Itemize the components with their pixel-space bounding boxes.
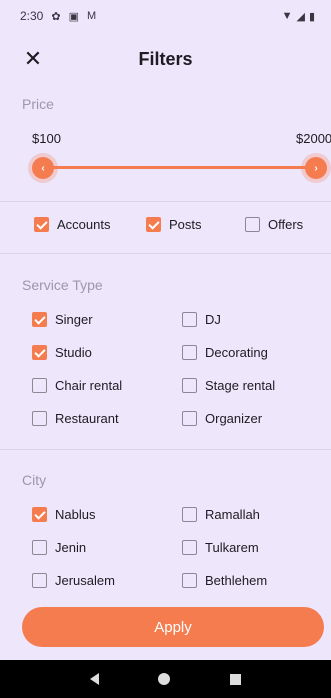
checkbox-icon[interactable] bbox=[32, 573, 47, 588]
status-bar-right: ▼ ◢ ▮ bbox=[282, 10, 315, 23]
checkbox-dj[interactable]: DJ bbox=[182, 312, 221, 327]
system-nav-bar bbox=[0, 660, 331, 698]
wifi-icon: ▼ bbox=[281, 10, 293, 22]
checkbox-label: Accounts bbox=[57, 217, 111, 232]
price-section-label: Price bbox=[22, 96, 54, 112]
checkbox-icon[interactable] bbox=[182, 345, 197, 360]
app-bar: ✕ Filters bbox=[0, 32, 331, 86]
battery-icon: ▮ bbox=[308, 10, 315, 23]
home-icon[interactable] bbox=[158, 673, 171, 685]
checkbox-label: Bethlehem bbox=[205, 573, 268, 588]
checkbox-label: Tulkarem bbox=[205, 540, 259, 555]
checkbox-decorating[interactable]: Decorating bbox=[182, 345, 268, 360]
back-icon[interactable] bbox=[89, 673, 99, 685]
checkbox-label: Jenin bbox=[55, 540, 87, 555]
checkbox-icon[interactable] bbox=[32, 411, 47, 426]
page-title: Filters bbox=[138, 48, 193, 69]
price-max-label: $2000 bbox=[296, 131, 331, 146]
checkbox-label: Decorating bbox=[205, 345, 268, 360]
checkbox-jerusalem[interactable]: Jerusalem bbox=[32, 573, 115, 588]
checkbox-jenin[interactable]: Jenin bbox=[32, 540, 86, 555]
signal-icon: ◢ bbox=[296, 10, 305, 23]
checkbox-icon[interactable] bbox=[245, 217, 260, 232]
checkbox-singer[interactable]: Singer bbox=[32, 312, 93, 327]
price-min-label: $100 bbox=[32, 131, 61, 146]
checkbox-organizer[interactable]: Organizer bbox=[182, 411, 262, 426]
checkbox-icon[interactable] bbox=[182, 573, 197, 588]
city-section-label: City bbox=[22, 472, 47, 488]
checkbox-offers[interactable]: Offers bbox=[245, 217, 303, 232]
price-slider-min-thumb[interactable]: ‹ bbox=[32, 157, 54, 179]
status-time: 2:30 bbox=[20, 9, 44, 23]
divider bbox=[0, 449, 331, 450]
checkbox-nablus[interactable]: Nablus bbox=[32, 507, 95, 522]
checkbox-chair-rental[interactable]: Chair rental bbox=[32, 378, 122, 393]
checkbox-accounts[interactable]: Accounts bbox=[34, 217, 110, 232]
gear-icon: ✿ bbox=[51, 10, 61, 23]
apply-button[interactable]: Apply bbox=[22, 607, 324, 647]
checkbox-label: Ramallah bbox=[205, 507, 260, 522]
checkbox-label: Stage rental bbox=[205, 378, 276, 393]
checkbox-label: Jerusalem bbox=[55, 573, 115, 588]
checkbox-label: Chair rental bbox=[55, 378, 123, 393]
checkbox-icon[interactable] bbox=[32, 345, 47, 360]
checkbox-label: Posts bbox=[169, 217, 202, 232]
checkbox-icon[interactable] bbox=[146, 217, 161, 232]
price-slider-track[interactable] bbox=[38, 166, 316, 169]
checkbox-label: Singer bbox=[55, 312, 93, 327]
checkbox-icon[interactable] bbox=[182, 411, 197, 426]
checkbox-posts[interactable]: Posts bbox=[146, 217, 202, 232]
checkbox-icon[interactable] bbox=[32, 540, 47, 555]
checkbox-icon[interactable] bbox=[32, 312, 47, 327]
checkbox-icon[interactable] bbox=[32, 378, 47, 393]
checkbox-icon[interactable] bbox=[182, 540, 197, 555]
checkbox-label: Offers bbox=[268, 217, 304, 232]
checkbox-label: Studio bbox=[55, 345, 92, 360]
notification-icon: ▣ bbox=[68, 10, 79, 23]
price-slider-max-thumb[interactable]: › bbox=[305, 157, 327, 179]
gmail-icon: M bbox=[86, 10, 97, 22]
checkbox-icon[interactable] bbox=[182, 378, 197, 393]
checkbox-icon[interactable] bbox=[32, 507, 47, 522]
checkbox-label: Restaurant bbox=[55, 411, 119, 426]
divider bbox=[0, 253, 331, 254]
checkbox-label: DJ bbox=[205, 312, 221, 327]
checkbox-icon[interactable] bbox=[182, 507, 197, 522]
checkbox-ramallah[interactable]: Ramallah bbox=[182, 507, 260, 522]
checkbox-icon[interactable] bbox=[182, 312, 197, 327]
checkbox-restaurant[interactable]: Restaurant bbox=[32, 411, 119, 426]
checkbox-stage-rental[interactable]: Stage rental bbox=[182, 378, 275, 393]
checkbox-studio[interactable]: Studio bbox=[32, 345, 92, 360]
checkbox-tulkarem[interactable]: Tulkarem bbox=[182, 540, 259, 555]
status-bar-left: 2:30 ✿ ▣ M bbox=[20, 9, 96, 23]
divider bbox=[0, 201, 331, 202]
service-type-section-label: Service Type bbox=[22, 277, 103, 293]
close-icon[interactable]: ✕ bbox=[20, 46, 46, 72]
checkbox-label: Organizer bbox=[205, 411, 263, 426]
recent-apps-icon[interactable] bbox=[230, 673, 242, 685]
status-bar: 2:30 ✿ ▣ M ▼ ◢ ▮ bbox=[0, 0, 331, 32]
checkbox-bethlehem[interactable]: Bethlehem bbox=[182, 573, 267, 588]
checkbox-icon[interactable] bbox=[34, 217, 49, 232]
checkbox-label: Nablus bbox=[55, 507, 96, 522]
